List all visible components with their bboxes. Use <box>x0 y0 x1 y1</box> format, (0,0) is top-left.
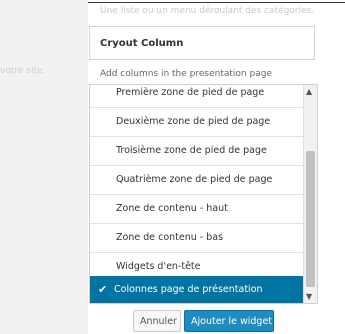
cancel-button[interactable]: Annuler <box>133 310 181 332</box>
list-item-label: Deuxième zone de pied de page <box>116 116 271 127</box>
sidebar-select-list[interactable]: Première zone de pied de page Deuxième z… <box>89 84 318 304</box>
check-icon: ✔ <box>98 283 108 296</box>
list-item-label: Widgets d'en-tête <box>116 261 201 272</box>
list-item-label: Zone de contenu - haut <box>116 203 228 214</box>
list-item-deuxieme-zone[interactable]: Deuxième zone de pied de page <box>90 108 304 137</box>
left-panel-text: votre site. <box>0 66 46 76</box>
chevron-down-icon[interactable]: ▼ <box>306 292 312 301</box>
list-item-contenu-haut[interactable]: Zone de contenu - haut <box>90 195 304 224</box>
list-item-label: Première zone de pied de page <box>116 87 265 98</box>
previous-widget-description: Une liste ou un menu déroulant des catég… <box>100 6 315 16</box>
list-item-contenu-bas[interactable]: Zone de contenu - bas <box>90 224 304 253</box>
list-item-troisieme-zone[interactable]: Troisième zone de pied de page <box>90 137 304 166</box>
add-widget-button[interactable]: Ajouter le widget <box>184 310 274 332</box>
list-item-colonnes-presentation[interactable]: ✔ Colonnes page de présentation <box>90 276 304 303</box>
list-item-label: Troisième zone de pied de page <box>116 145 267 156</box>
chevron-up-icon[interactable]: ▲ <box>306 87 312 96</box>
list-item-label: Zone de contenu - bas <box>116 232 224 243</box>
list-item-premiere-zone[interactable]: Première zone de pied de page <box>90 85 304 108</box>
widget-description: Add columns in the presentation page <box>100 69 272 79</box>
list-item-label: Quatrième zone de pied de page <box>116 174 273 185</box>
widget-title: Cryout Column <box>100 38 184 49</box>
widget-header[interactable]: Cryout Column <box>89 26 315 60</box>
list-item-label: Colonnes page de présentation <box>114 284 263 295</box>
scrollbar-thumb[interactable] <box>306 151 315 287</box>
list-item-quatrieme-zone[interactable]: Quatrième zone de pied de page <box>90 166 304 195</box>
left-panel: votre site. <box>0 0 88 334</box>
list-scrollbar[interactable]: ▲ ▼ <box>303 85 317 303</box>
